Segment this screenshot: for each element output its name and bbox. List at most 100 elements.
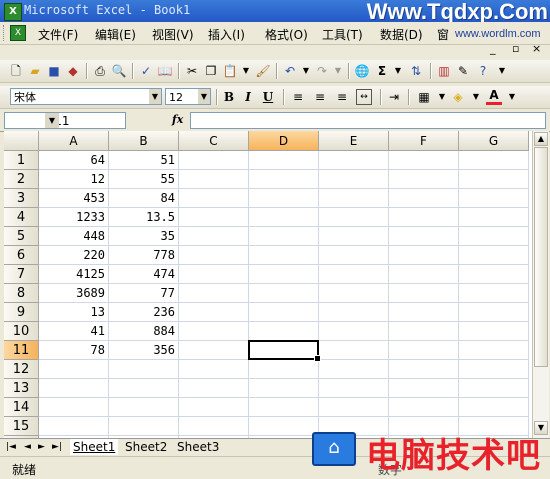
- undo-icon[interactable]: ↶: [282, 63, 298, 79]
- cell-e9[interactable]: [319, 303, 389, 322]
- first-sheet-icon[interactable]: |◄: [6, 442, 16, 452]
- fill-handle[interactable]: [314, 355, 321, 362]
- close-icon[interactable]: ×: [532, 42, 541, 55]
- row-header-5[interactable]: 5: [4, 227, 39, 246]
- cell-f5[interactable]: [389, 227, 459, 246]
- cell-f11[interactable]: [389, 341, 459, 360]
- cell-a6[interactable]: 220: [39, 246, 109, 265]
- row-header-11[interactable]: 11: [4, 341, 39, 360]
- cell-a11[interactable]: 78: [39, 341, 109, 360]
- cell-e2[interactable]: [319, 170, 389, 189]
- cell-c10[interactable]: [179, 322, 249, 341]
- cell-d3[interactable]: [249, 189, 319, 208]
- cell-c2[interactable]: [179, 170, 249, 189]
- cell-g9[interactable]: [459, 303, 529, 322]
- cell-g14[interactable]: [459, 398, 529, 417]
- cell-g5[interactable]: [459, 227, 529, 246]
- print-icon[interactable]: ⎙: [92, 63, 108, 79]
- tab-sheet1[interactable]: Sheet1: [70, 439, 119, 455]
- cell-f6[interactable]: [389, 246, 459, 265]
- cell-g4[interactable]: [459, 208, 529, 227]
- tab-sheet3[interactable]: Sheet3: [174, 439, 222, 455]
- help-icon[interactable]: ?: [475, 63, 491, 79]
- fill-dropdown-icon[interactable]: ▼: [468, 89, 484, 105]
- cell-d5[interactable]: [249, 227, 319, 246]
- cell-c15[interactable]: [179, 417, 249, 436]
- cell-d8[interactable]: [249, 284, 319, 303]
- cell-b2[interactable]: 55: [109, 170, 179, 189]
- chevron-down-icon[interactable]: ▼: [198, 89, 210, 104]
- row-header-4[interactable]: 4: [4, 208, 39, 227]
- borders-dropdown-icon[interactable]: ▼: [434, 89, 450, 105]
- row-header-3[interactable]: 3: [4, 189, 39, 208]
- cell-g8[interactable]: [459, 284, 529, 303]
- chevron-down-icon[interactable]: ▼: [149, 89, 161, 104]
- cell-e3[interactable]: [319, 189, 389, 208]
- row-header-1[interactable]: 1: [4, 151, 39, 170]
- font-name-select[interactable]: 宋体 ▼: [10, 88, 162, 105]
- save-icon[interactable]: ■: [46, 63, 62, 79]
- indent-icon[interactable]: ⇥: [386, 89, 402, 105]
- cell-a13[interactable]: [39, 379, 109, 398]
- cell-e5[interactable]: [319, 227, 389, 246]
- cell-f4[interactable]: [389, 208, 459, 227]
- insert-function-icon[interactable]: fx: [172, 113, 183, 126]
- redo-icon[interactable]: ↷: [314, 63, 330, 79]
- prev-sheet-icon[interactable]: ◄: [24, 442, 31, 452]
- cell-b5[interactable]: 35: [109, 227, 179, 246]
- cell-d12[interactable]: [249, 360, 319, 379]
- select-all-corner[interactable]: [4, 131, 39, 151]
- toolbar-options-icon[interactable]: ▼: [494, 63, 510, 79]
- row-header-10[interactable]: 10: [4, 322, 39, 341]
- cell-f14[interactable]: [389, 398, 459, 417]
- open-icon[interactable]: ▰: [27, 63, 43, 79]
- cell-b8[interactable]: 77: [109, 284, 179, 303]
- cell-g10[interactable]: [459, 322, 529, 341]
- cell-e7[interactable]: [319, 265, 389, 284]
- cell-c9[interactable]: [179, 303, 249, 322]
- scroll-thumb[interactable]: [534, 147, 548, 367]
- column-header-a[interactable]: A: [39, 131, 109, 151]
- cell-a14[interactable]: [39, 398, 109, 417]
- sort-icon[interactable]: ⇅: [408, 63, 424, 79]
- minimize-icon[interactable]: _: [490, 42, 496, 55]
- format-painter-icon[interactable]: 🖌: [255, 63, 271, 79]
- column-header-f[interactable]: F: [389, 131, 459, 151]
- cell-f8[interactable]: [389, 284, 459, 303]
- cell-b10[interactable]: 884: [109, 322, 179, 341]
- row-header-12[interactable]: 12: [4, 360, 39, 379]
- cell-b11[interactable]: 356: [109, 341, 179, 360]
- italic-button[interactable]: I: [240, 89, 256, 105]
- cell-c5[interactable]: [179, 227, 249, 246]
- row-header-2[interactable]: 2: [4, 170, 39, 189]
- cell-e8[interactable]: [319, 284, 389, 303]
- row-header-15[interactable]: 15: [4, 417, 39, 436]
- cell-e1[interactable]: [319, 151, 389, 170]
- cell-e12[interactable]: [319, 360, 389, 379]
- cell-f3[interactable]: [389, 189, 459, 208]
- row-header-9[interactable]: 9: [4, 303, 39, 322]
- row-header-8[interactable]: 8: [4, 284, 39, 303]
- new-icon[interactable]: 🗋: [8, 63, 24, 79]
- spelling-icon[interactable]: ✓: [138, 63, 154, 79]
- menu-view[interactable]: 视图(V): [152, 26, 194, 43]
- cell-c13[interactable]: [179, 379, 249, 398]
- cell-d10[interactable]: [249, 322, 319, 341]
- cell-c3[interactable]: [179, 189, 249, 208]
- chevron-down-icon[interactable]: ▼: [45, 113, 59, 128]
- autosum-dropdown-icon[interactable]: ▼: [390, 63, 406, 79]
- worksheet-grid[interactable]: A B C D E F G 1 64 51 2 12 55 3 453 84 4 1233 13.5 5 448 35 6 2…: [4, 131, 532, 438]
- row-header-6[interactable]: 6: [4, 246, 39, 265]
- cell-d6[interactable]: [249, 246, 319, 265]
- paste-icon[interactable]: 📋: [222, 63, 238, 79]
- font-size-select[interactable]: 12 ▼: [165, 88, 211, 105]
- vertical-scrollbar[interactable]: ▲ ▼: [532, 131, 549, 438]
- cell-f7[interactable]: [389, 265, 459, 284]
- cell-c4[interactable]: [179, 208, 249, 227]
- column-header-c[interactable]: C: [179, 131, 249, 151]
- cell-d7[interactable]: [249, 265, 319, 284]
- cell-c11[interactable]: [179, 341, 249, 360]
- restore-icon[interactable]: ▫: [512, 42, 519, 55]
- excel-app-icon[interactable]: X: [4, 3, 22, 21]
- undo-dropdown-icon[interactable]: ▼: [298, 63, 314, 79]
